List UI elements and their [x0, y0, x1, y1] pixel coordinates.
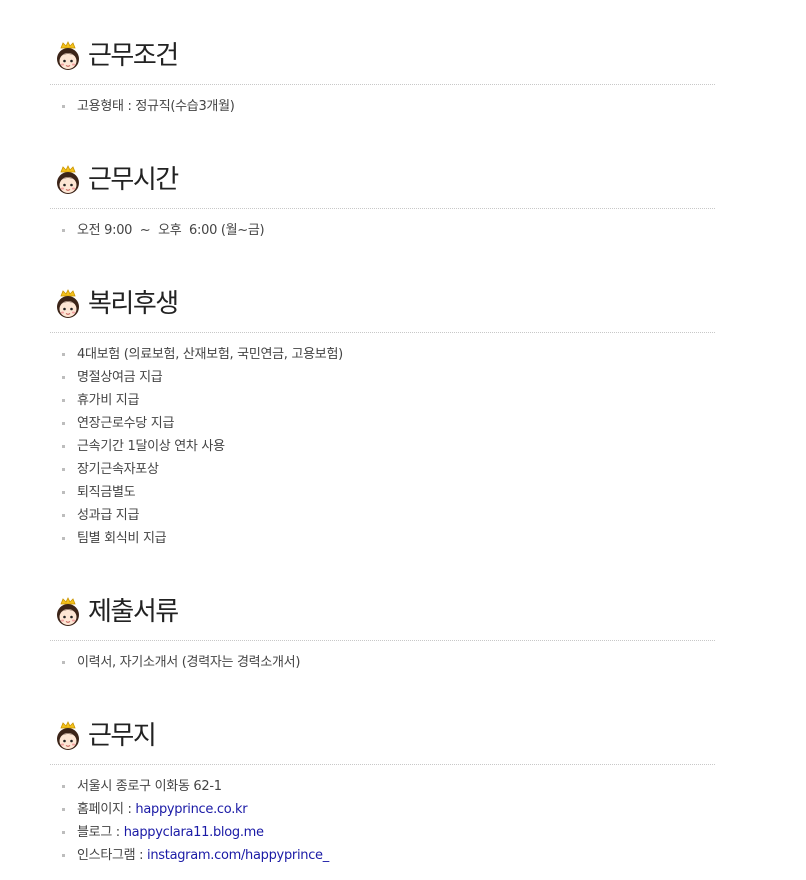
bullet	[62, 105, 65, 108]
section-title: 복리후생	[88, 289, 179, 319]
list-item: 블로그 : happyclara11.blog.me	[50, 821, 715, 844]
item-list: 4대보험 (의료보험, 산재보험, 국민연금, 고용보험) 명절상여금 지급 휴…	[50, 343, 715, 550]
section-documents: 제출서류 이력서, 자기소개서 (경력자는 경력소개서)	[50, 594, 715, 674]
list-item: 서울시 종로구 이화동 62-1	[50, 775, 715, 798]
bullet	[62, 376, 65, 379]
section-header: 근무지	[50, 718, 715, 754]
list-item: 홈페이지 : happyprince.co.kr	[50, 798, 715, 821]
item-text: 연장근로수당 지급	[77, 416, 175, 431]
section-header: 근무조건	[50, 38, 715, 74]
section-divider	[50, 208, 715, 209]
section-work-conditions: 근무조건 고용형태 : 정규직(수습3개월)	[50, 38, 715, 118]
item-list: 오전 9:00 ~ 오후 6:00 (월~금)	[50, 219, 715, 242]
bullet	[62, 445, 65, 448]
prince-face-icon	[54, 721, 82, 751]
bullet	[62, 808, 65, 811]
bullet	[62, 854, 65, 857]
section-divider	[50, 764, 715, 765]
address-text: 서울시 종로구 이화동 62-1	[77, 779, 222, 794]
item-list: 이력서, 자기소개서 (경력자는 경력소개서)	[50, 651, 715, 674]
prince-face-icon	[54, 289, 82, 319]
section-header: 제출서류	[50, 594, 715, 630]
item-text: 이력서, 자기소개서 (경력자는 경력소개서)	[77, 655, 301, 670]
list-item: 인스타그램 : instagram.com/happyprince_	[50, 844, 715, 867]
item-text: 고용형태 : 정규직(수습3개월)	[77, 99, 235, 114]
list-item: 오전 9:00 ~ 오후 6:00 (월~금)	[50, 219, 715, 242]
section-header: 복리후생	[50, 286, 715, 322]
section-benefits: 복리후생 4대보험 (의료보험, 산재보험, 국민연금, 고용보험) 명절상여금…	[50, 286, 715, 550]
blog-link[interactable]: happyclara11.blog.me	[124, 825, 264, 840]
bullet	[62, 785, 65, 788]
prince-face-icon	[54, 597, 82, 627]
list-item: 명절상여금 지급	[50, 366, 715, 389]
list-item: 고용형태 : 정규직(수습3개월)	[50, 95, 715, 118]
item-text: 오전 9:00 ~ 오후 6:00 (월~금)	[77, 223, 265, 238]
bullet	[62, 831, 65, 834]
section-header: 근무시간	[50, 162, 715, 198]
bullet	[62, 537, 65, 540]
prince-face-icon	[54, 165, 82, 195]
section-divider	[50, 84, 715, 85]
homepage-link[interactable]: happyprince.co.kr	[135, 802, 247, 817]
instagram-link[interactable]: instagram.com/happyprince_	[147, 848, 329, 863]
list-item: 4대보험 (의료보험, 산재보험, 국민연금, 고용보험)	[50, 343, 715, 366]
section-divider	[50, 332, 715, 333]
section-location: 근무지 서울시 종로구 이화동 62-1 홈페이지 : happyprince.…	[50, 718, 715, 867]
section-title: 근무시간	[88, 165, 179, 195]
list-item: 퇴직금별도	[50, 481, 715, 504]
item-text: 휴가비 지급	[77, 393, 140, 408]
section-title: 근무지	[88, 721, 157, 751]
list-item: 휴가비 지급	[50, 389, 715, 412]
item-text: 팀별 회식비 지급	[77, 531, 167, 546]
list-item: 근속기간 1달이상 연차 사용	[50, 435, 715, 458]
bullet	[62, 353, 65, 356]
item-list: 서울시 종로구 이화동 62-1 홈페이지 : happyprince.co.k…	[50, 775, 715, 867]
blog-label: 블로그 :	[77, 825, 124, 840]
prince-face-icon	[54, 41, 82, 71]
item-list: 고용형태 : 정규직(수습3개월)	[50, 95, 715, 118]
homepage-label: 홈페이지 :	[77, 802, 136, 817]
bullet	[62, 468, 65, 471]
recruit-page: 근무조건 고용형태 : 정규직(수습3개월) 근무시간 오전 9:00 ~ 오후…	[0, 0, 806, 880]
list-item: 장기근속자포상	[50, 458, 715, 481]
item-text: 성과급 지급	[77, 508, 140, 523]
instagram-label: 인스타그램 :	[77, 848, 148, 863]
bullet	[62, 422, 65, 425]
item-text: 퇴직금별도	[77, 485, 136, 500]
list-item: 이력서, 자기소개서 (경력자는 경력소개서)	[50, 651, 715, 674]
bullet	[62, 491, 65, 494]
item-text: 4대보험 (의료보험, 산재보험, 국민연금, 고용보험)	[77, 347, 343, 362]
section-title: 근무조건	[88, 41, 179, 71]
item-text: 근속기간 1달이상 연차 사용	[77, 439, 225, 454]
list-item: 팀별 회식비 지급	[50, 527, 715, 550]
bullet	[62, 661, 65, 664]
bullet	[62, 399, 65, 402]
list-item: 성과급 지급	[50, 504, 715, 527]
section-title: 제출서류	[88, 597, 179, 627]
section-divider	[50, 640, 715, 641]
item-text: 장기근속자포상	[77, 462, 159, 477]
bullet	[62, 514, 65, 517]
list-item: 연장근로수당 지급	[50, 412, 715, 435]
section-work-hours: 근무시간 오전 9:00 ~ 오후 6:00 (월~금)	[50, 162, 715, 242]
bullet	[62, 229, 65, 232]
item-text: 명절상여금 지급	[77, 370, 163, 385]
